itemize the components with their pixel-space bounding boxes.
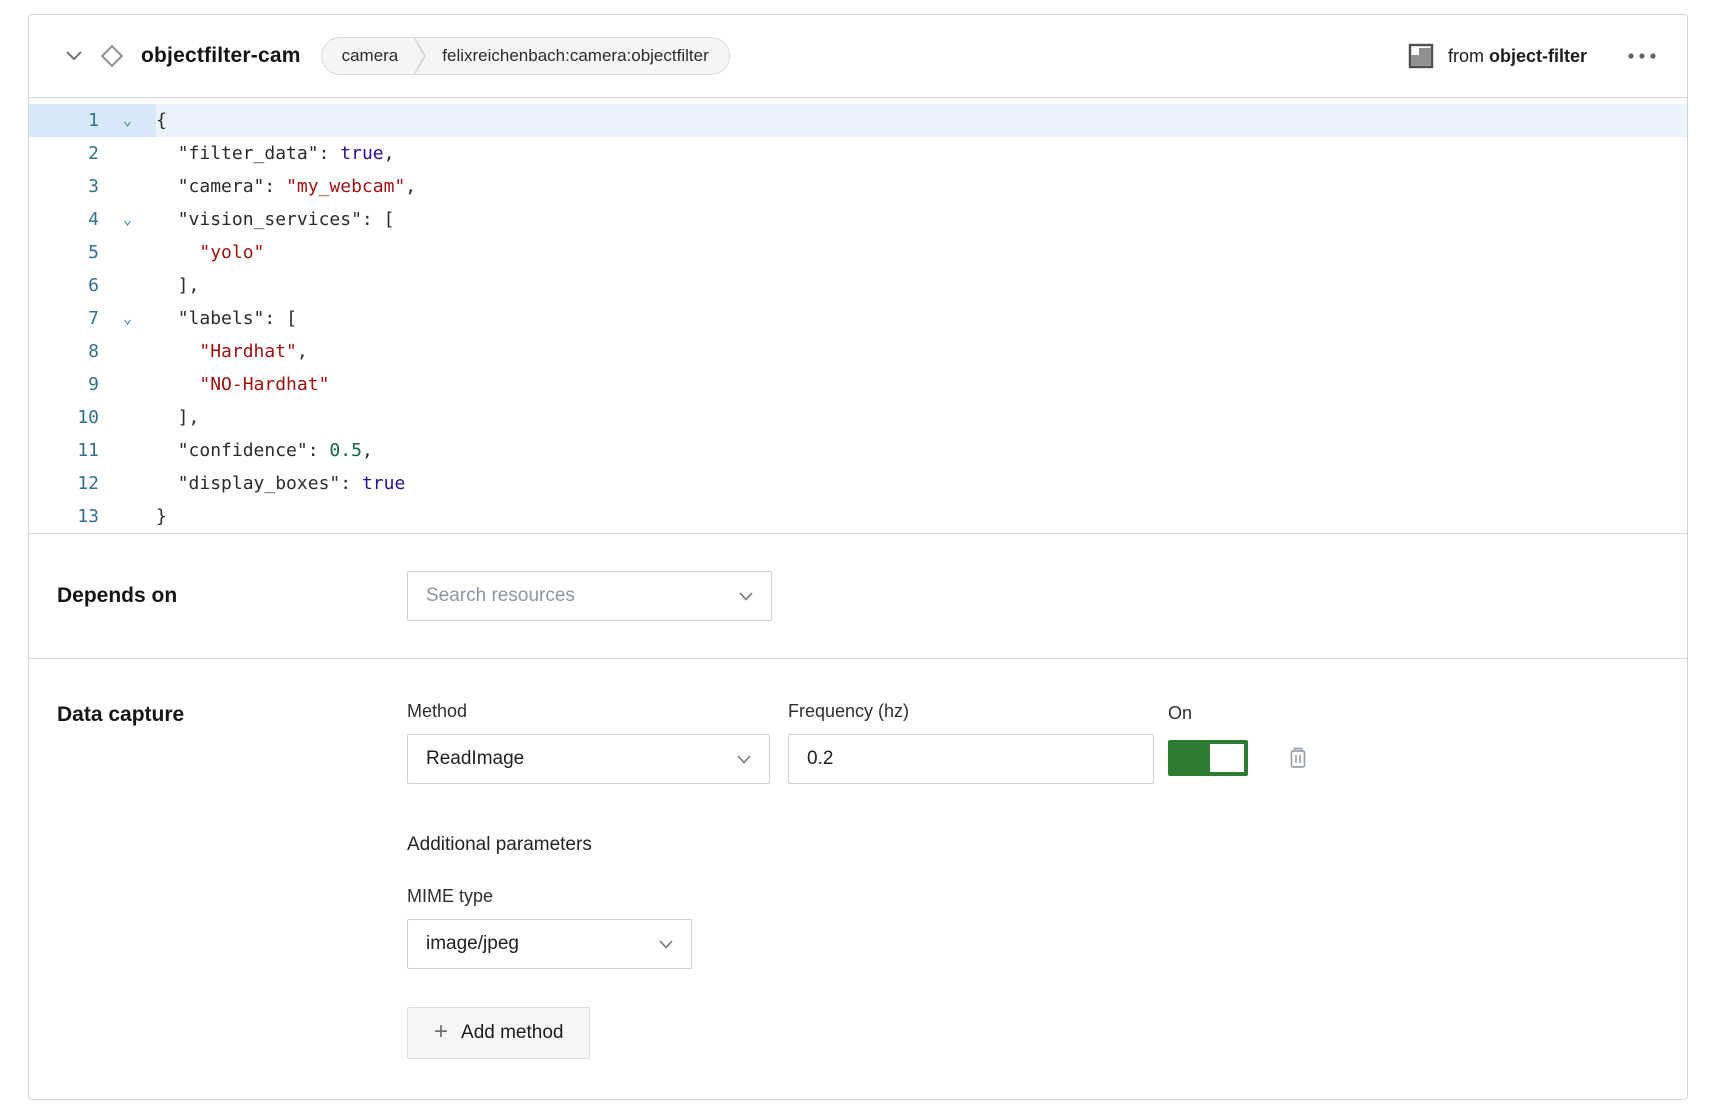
- code-content: "display_boxes": true: [156, 467, 405, 500]
- method-label: Method: [407, 701, 770, 722]
- data-capture-heading: Data capture: [57, 703, 407, 727]
- data-capture-section: Data capture Method ReadImage Frequency …: [29, 659, 1687, 1100]
- depends-on-heading: Depends on: [57, 584, 407, 608]
- capture-on-toggle[interactable]: [1168, 740, 1248, 776]
- component-type-label: camera: [342, 46, 399, 66]
- code-line[interactable]: 11 "confidence": 0.5,: [29, 434, 1687, 467]
- code-line[interactable]: 9 "NO-Hardhat": [29, 368, 1687, 401]
- code-line[interactable]: 7⌄ "labels": [: [29, 302, 1687, 335]
- code-content: "labels": [: [156, 302, 297, 335]
- data-capture-form: Method ReadImage Frequency (hz) On: [407, 701, 1687, 1059]
- chevron-down-icon: [659, 940, 673, 949]
- method-value: ReadImage: [426, 748, 524, 770]
- code-content: "Hardhat",: [156, 335, 308, 368]
- frequency-input[interactable]: [788, 734, 1154, 784]
- line-number: 9: [29, 368, 99, 401]
- gutter-spacer: [99, 170, 156, 203]
- frequency-label: Frequency (hz): [788, 701, 1154, 722]
- code-content: ],: [156, 401, 199, 434]
- chevron-down-icon: [739, 592, 753, 601]
- more-menu-button[interactable]: [1623, 46, 1661, 66]
- gutter-spacer: [99, 434, 156, 467]
- component-card: objectfilter-cam camera felixreichenbach…: [28, 14, 1688, 1100]
- toggle-knob: [1210, 744, 1244, 772]
- component-type-diamond-icon: [97, 41, 127, 71]
- code-content: "yolo": [156, 236, 264, 269]
- line-number: 4: [29, 203, 99, 236]
- depends-on-section: Depends on Search resources: [29, 534, 1687, 659]
- mime-type-select[interactable]: image/jpeg: [407, 919, 692, 969]
- line-number: 10: [29, 401, 99, 434]
- gutter-spacer: [99, 401, 156, 434]
- code-content: "confidence": 0.5,: [156, 434, 373, 467]
- mime-type-label: MIME type: [407, 886, 1687, 907]
- plus-icon: +: [434, 1020, 448, 1044]
- gutter-spacer: [99, 236, 156, 269]
- badge-chevron-separator-icon: [414, 38, 426, 74]
- line-number: 3: [29, 170, 99, 203]
- depends-on-placeholder: Search resources: [426, 585, 575, 607]
- component-header: objectfilter-cam camera felixreichenbach…: [29, 15, 1687, 98]
- code-line[interactable]: 6 ],: [29, 269, 1687, 302]
- chevron-down-icon: [737, 755, 751, 764]
- code-line[interactable]: 1⌄{: [29, 104, 1687, 137]
- fold-toggle-icon[interactable]: ⌄: [99, 203, 156, 236]
- component-model-triplet: felixreichenbach:camera:objectfilter: [442, 46, 708, 66]
- line-number: 13: [29, 500, 99, 533]
- code-content: "camera": "my_webcam",: [156, 170, 416, 203]
- code-content: {: [156, 104, 167, 137]
- gutter-spacer: [99, 137, 156, 170]
- mime-type-value: image/jpeg: [426, 933, 519, 955]
- method-select[interactable]: ReadImage: [407, 734, 770, 784]
- line-number: 1: [29, 104, 99, 137]
- depends-on-select[interactable]: Search resources: [407, 571, 772, 621]
- component-model-badge: camera felixreichenbach:camera:objectfil…: [321, 37, 730, 75]
- code-line[interactable]: 3 "camera": "my_webcam",: [29, 170, 1687, 203]
- line-number: 12: [29, 467, 99, 500]
- gutter-spacer: [99, 335, 156, 368]
- code-line[interactable]: 8 "Hardhat",: [29, 335, 1687, 368]
- component-title: objectfilter-cam: [141, 44, 301, 68]
- line-number: 5: [29, 236, 99, 269]
- gutter-spacer: [99, 269, 156, 302]
- add-method-label: Add method: [461, 1022, 563, 1044]
- trash-icon: [1286, 745, 1310, 771]
- module-icon: [1408, 43, 1434, 69]
- gutter-spacer: [99, 368, 156, 401]
- add-method-button[interactable]: + Add method: [407, 1007, 590, 1059]
- code-content: ],: [156, 269, 199, 302]
- line-number: 2: [29, 137, 99, 170]
- module-name: object-filter: [1489, 46, 1587, 66]
- fold-toggle-icon[interactable]: ⌄: [99, 104, 156, 137]
- collapse-chevron-icon[interactable]: [57, 39, 91, 73]
- code-line[interactable]: 4⌄ "vision_services": [: [29, 203, 1687, 236]
- capture-toggle-label: On: [1168, 703, 1310, 724]
- line-number: 6: [29, 269, 99, 302]
- code-line[interactable]: 5 "yolo": [29, 236, 1687, 269]
- gutter-spacer: [99, 467, 156, 500]
- code-line[interactable]: 12 "display_boxes": true: [29, 467, 1687, 500]
- code-content: "vision_services": [: [156, 203, 394, 236]
- fold-toggle-icon[interactable]: ⌄: [99, 302, 156, 335]
- code-line[interactable]: 10 ],: [29, 401, 1687, 434]
- line-number: 7: [29, 302, 99, 335]
- code-content: "NO-Hardhat": [156, 368, 329, 401]
- code-content: }: [156, 500, 167, 533]
- from-module-label: from object-filter: [1448, 46, 1587, 67]
- code-editor[interactable]: 1⌄{2 "filter_data": true,3 "camera": "my…: [29, 98, 1687, 534]
- line-number: 11: [29, 434, 99, 467]
- code-content: "filter_data": true,: [156, 137, 394, 170]
- delete-method-button[interactable]: [1286, 745, 1310, 771]
- code-line[interactable]: 2 "filter_data": true,: [29, 137, 1687, 170]
- additional-parameters-label: Additional parameters: [407, 834, 1687, 856]
- gutter-spacer: [99, 500, 156, 533]
- code-line[interactable]: 13}: [29, 500, 1687, 533]
- line-number: 8: [29, 335, 99, 368]
